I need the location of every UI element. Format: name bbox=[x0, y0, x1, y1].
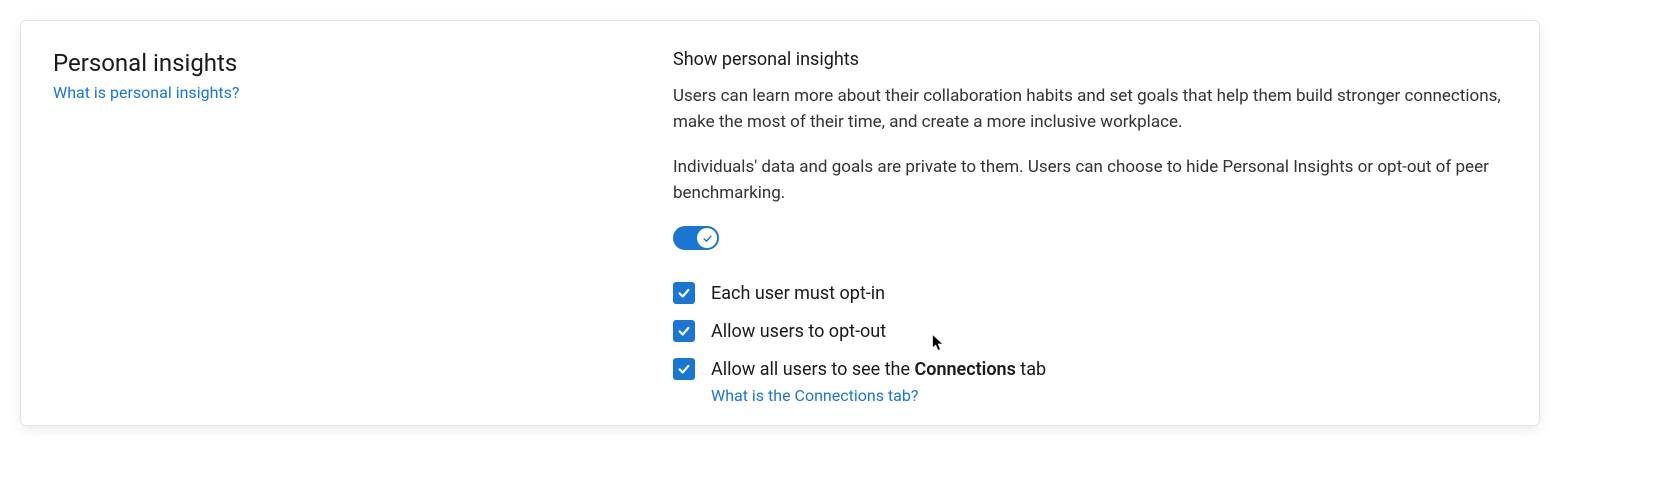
description-paragraph-1: Users can learn more about their collabo… bbox=[673, 84, 1507, 135]
help-link-personal-insights[interactable]: What is personal insights? bbox=[53, 83, 239, 102]
label-suffix: tab bbox=[1016, 359, 1046, 380]
show-personal-insights-toggle[interactable] bbox=[673, 226, 719, 250]
checkbox-label-opt-in: Each user must opt-in bbox=[711, 283, 885, 304]
help-link-connections-tab[interactable]: What is the Connections tab? bbox=[711, 386, 918, 405]
checkmark-icon bbox=[677, 324, 691, 338]
checkbox-row-opt-in: Each user must opt-in bbox=[673, 282, 1507, 304]
description-paragraph-2: Individuals' data and goals are private … bbox=[673, 155, 1507, 206]
checkbox-label-opt-out: Allow users to opt-out bbox=[711, 321, 886, 342]
right-column: Show personal insights Users can learn m… bbox=[673, 49, 1507, 405]
checkbox-connections[interactable] bbox=[673, 358, 695, 380]
toggle-knob bbox=[697, 228, 717, 248]
checkbox-opt-in[interactable] bbox=[673, 282, 695, 304]
label-bold: Connections bbox=[914, 359, 1015, 380]
cursor-icon bbox=[931, 334, 945, 352]
checkmark-icon bbox=[702, 233, 713, 244]
settings-heading: Show personal insights bbox=[673, 49, 1507, 70]
settings-card: Personal insights What is personal insig… bbox=[20, 20, 1540, 426]
label-prefix: Allow all users to see the bbox=[711, 359, 914, 380]
checkbox-row-opt-out: Allow users to opt-out bbox=[673, 320, 1507, 342]
checkmark-icon bbox=[677, 362, 691, 376]
checkbox-label-connections: Allow all users to see the Connections t… bbox=[711, 359, 1046, 380]
section-title: Personal insights bbox=[53, 49, 653, 77]
checkmark-icon bbox=[677, 286, 691, 300]
left-column: Personal insights What is personal insig… bbox=[53, 49, 653, 405]
checkbox-opt-out[interactable] bbox=[673, 320, 695, 342]
checkbox-row-connections: Allow all users to see the Connections t… bbox=[673, 358, 1507, 380]
